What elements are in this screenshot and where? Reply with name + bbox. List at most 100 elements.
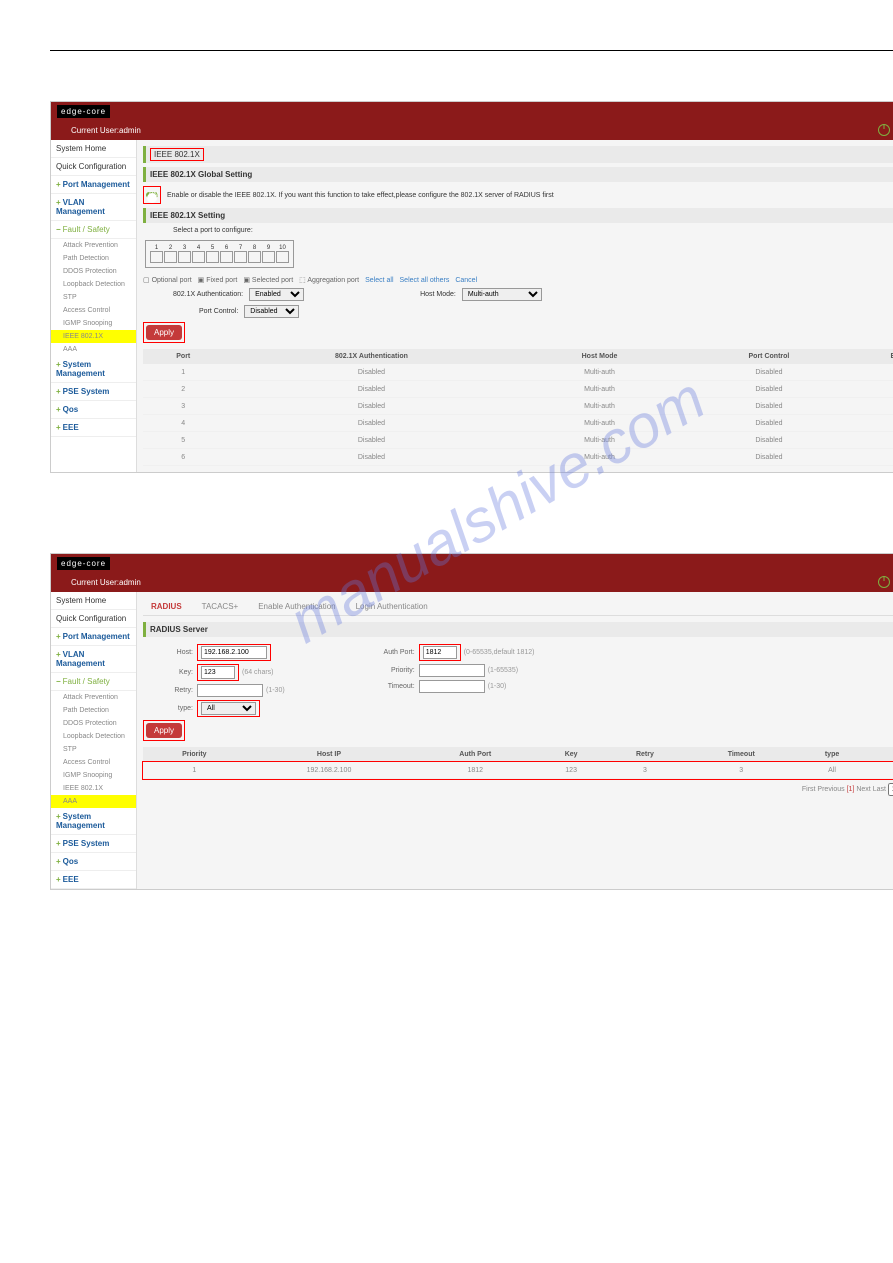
port-1[interactable] xyxy=(150,251,163,263)
logout-area[interactable]: Log Out xyxy=(878,576,893,588)
sidebar-item-home[interactable]: System Home xyxy=(51,592,136,610)
retry-label: Retry: xyxy=(143,687,193,694)
plus-icon: + xyxy=(56,812,61,821)
port-7[interactable] xyxy=(234,251,247,263)
global-desc: Enable or disable the IEEE 802.1X. If yo… xyxy=(167,192,554,199)
priority-label: Priority: xyxy=(365,667,415,674)
sidebar-item-port-mgmt[interactable]: +Port Management xyxy=(51,176,136,194)
port-5[interactable] xyxy=(206,251,219,263)
sidebar-sub-path[interactable]: Path Detection xyxy=(51,704,136,717)
sidebar-sub-ieee[interactable]: IEEE 802.1X xyxy=(51,330,136,343)
pager: First Previous [1] Next Last / 1Page xyxy=(143,783,893,796)
sidebar-item-vlan-mgmt[interactable]: +VLAN Management xyxy=(51,646,136,673)
tab-enable-auth[interactable]: Enable Authentication xyxy=(258,602,335,611)
sidebar-item-quick[interactable]: Quick Configuration xyxy=(51,610,136,628)
sidebar-item-qos[interactable]: +Qos xyxy=(51,853,136,871)
auth-select[interactable]: Enabled xyxy=(249,288,304,301)
apply-highlight: Apply xyxy=(143,322,185,343)
table-row: 1DisabledMulti-authDisabled✎ xyxy=(143,364,893,381)
port-grid: 12345678910 xyxy=(145,240,294,268)
host-mode-select[interactable]: Multi-auth xyxy=(462,288,542,301)
sidebar-sub-loopback[interactable]: Loopback Detection xyxy=(51,278,136,291)
sidebar-item-qos[interactable]: +Qos xyxy=(51,401,136,419)
power-icon xyxy=(878,576,890,588)
port-2[interactable] xyxy=(164,251,177,263)
pager-last[interactable]: Last xyxy=(873,786,886,793)
plus-icon: + xyxy=(56,405,61,414)
select-all-link[interactable]: Select all xyxy=(365,277,393,284)
type-highlight: All xyxy=(197,700,260,717)
authport-hint: (0-65535,default 1812) xyxy=(464,649,535,656)
select-others-link[interactable]: Select all others xyxy=(400,277,450,284)
logout-area[interactable]: Log Out xyxy=(878,124,893,136)
header-bar: Current User:admin Log Out xyxy=(51,120,893,140)
port-10[interactable] xyxy=(276,251,289,263)
tabs: RADIUS TACACS+ Enable Authentication Log… xyxy=(143,598,893,616)
table-row: 6DisabledMulti-authDisabled✎ xyxy=(143,449,893,466)
priority-input[interactable] xyxy=(419,664,485,677)
host-input[interactable] xyxy=(201,646,267,659)
breadcrumb: IEEE 802.1X xyxy=(143,146,893,163)
authport-input[interactable] xyxy=(423,646,457,659)
sidebar-item-quick[interactable]: Quick Configuration xyxy=(51,158,136,176)
sidebar-item-port-mgmt[interactable]: +Port Management xyxy=(51,628,136,646)
tab-tacacs[interactable]: TACACS+ xyxy=(202,602,239,611)
port-3[interactable] xyxy=(178,251,191,263)
retry-input[interactable] xyxy=(197,684,263,697)
sidebar-sub-attack[interactable]: Attack Prevention xyxy=(51,239,136,252)
port-control-select[interactable]: Disabled xyxy=(244,305,299,318)
sidebar-sub-path[interactable]: Path Detection xyxy=(51,252,136,265)
key-label: Key: xyxy=(143,669,193,676)
port-6[interactable] xyxy=(220,251,233,263)
sidebar-sub-attack[interactable]: Attack Prevention xyxy=(51,691,136,704)
sidebar-item-fault-safety[interactable]: −Fault / Safety xyxy=(51,673,136,691)
sidebar-sub-igmp[interactable]: IGMP Snooping xyxy=(51,317,136,330)
cancel-link[interactable]: Cancel xyxy=(455,277,477,284)
pager-page-input[interactable] xyxy=(888,783,893,796)
sidebar-item-sysmgmt[interactable]: +System Management xyxy=(51,356,136,383)
port-4[interactable] xyxy=(192,251,205,263)
sidebar-sub-loopback[interactable]: Loopback Detection xyxy=(51,730,136,743)
port-9[interactable] xyxy=(262,251,275,263)
sidebar-item-fault-safety[interactable]: −Fault / Safety xyxy=(51,221,136,239)
sidebar-sub-access[interactable]: Access Control xyxy=(51,304,136,317)
global-toggle[interactable]: ON xyxy=(146,192,158,198)
breadcrumb-label: IEEE 802.1X xyxy=(150,148,204,161)
pager-next[interactable]: Next xyxy=(856,786,870,793)
sidebar-sub-ddos[interactable]: DDOS Protection xyxy=(51,265,136,278)
timeout-input[interactable] xyxy=(419,680,485,693)
table-row: 4DisabledMulti-authDisabled✎ xyxy=(143,415,893,432)
sidebar-sub-stp[interactable]: STP xyxy=(51,743,136,756)
screenshot-panel-2: edge-core Current User:admin Log Out Sys… xyxy=(50,553,893,890)
sidebar-sub-stp[interactable]: STP xyxy=(51,291,136,304)
apply-button[interactable]: Apply xyxy=(146,723,182,738)
type-select[interactable]: All xyxy=(201,702,256,715)
sidebar-item-pse[interactable]: +PSE System xyxy=(51,383,136,401)
sidebar-sub-aaa[interactable]: AAA xyxy=(51,343,136,356)
sidebar-item-vlan-mgmt[interactable]: +VLAN Management xyxy=(51,194,136,221)
pager-first[interactable]: First xyxy=(802,786,816,793)
sidebar-sub-access[interactable]: Access Control xyxy=(51,756,136,769)
plus-icon: + xyxy=(56,198,61,207)
sidebar-sub-ddos[interactable]: DDOS Protection xyxy=(51,717,136,730)
main-content: IEEE 802.1X IEEE 802.1X Global Setting O… xyxy=(137,140,893,472)
sidebar-sub-igmp[interactable]: IGMP Snooping xyxy=(51,769,136,782)
plus-icon: + xyxy=(56,360,61,369)
sidebar-sub-ieee[interactable]: IEEE 802.1X xyxy=(51,782,136,795)
sidebar-item-pse[interactable]: +PSE System xyxy=(51,835,136,853)
sidebar-item-eee[interactable]: +EEE xyxy=(51,419,136,437)
current-user-label: Current User:admin xyxy=(71,578,141,587)
sidebar-item-home[interactable]: System Home xyxy=(51,140,136,158)
sidebar-item-sysmgmt[interactable]: +System Management xyxy=(51,808,136,835)
port-8[interactable] xyxy=(248,251,261,263)
tab-radius[interactable]: RADIUS xyxy=(151,602,182,611)
key-input[interactable] xyxy=(201,666,235,679)
page-divider xyxy=(50,50,893,51)
apply-button[interactable]: Apply xyxy=(146,325,182,340)
sidebar-sub-aaa[interactable]: AAA xyxy=(51,795,136,808)
current-user-label: Current User:admin xyxy=(71,126,141,135)
sidebar-item-eee[interactable]: +EEE xyxy=(51,871,136,889)
tab-login-auth[interactable]: Login Authentication xyxy=(356,602,428,611)
plus-icon: + xyxy=(56,875,61,884)
pager-prev[interactable]: Previous xyxy=(817,786,844,793)
